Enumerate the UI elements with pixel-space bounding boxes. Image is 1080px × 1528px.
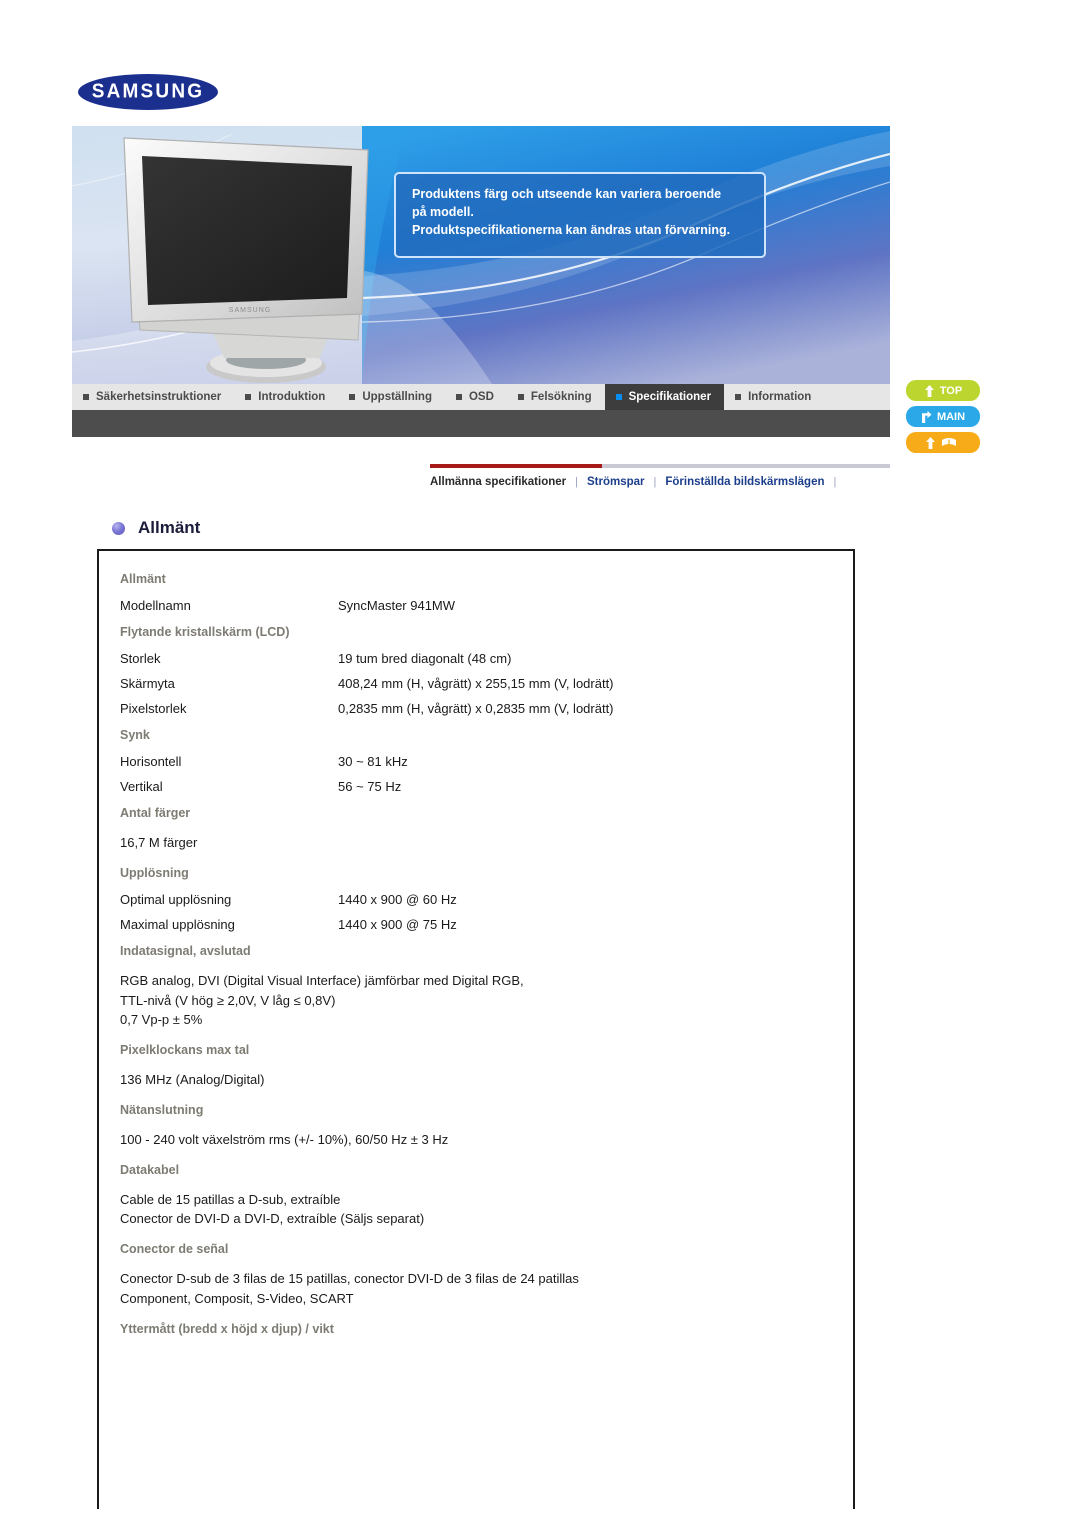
nav-item-information[interactable]: Information <box>724 384 824 410</box>
square-bullet-icon <box>245 394 252 400</box>
subnav-separator: | <box>575 476 578 488</box>
nav-item-introduktion[interactable]: Introduktion <box>234 384 338 410</box>
nav-item-label: Uppställning <box>362 391 432 403</box>
spec-value: 408,24 mm (H, vågrätt) x 255,15 mm (V, l… <box>338 676 614 691</box>
spec-value: 56 ~ 75 Hz <box>338 779 402 794</box>
table-row: Maximal upplösning 1440 x 900 @ 75 Hz <box>99 912 853 937</box>
spec-value: 30 ~ 81 kHz <box>338 754 408 769</box>
subnav-separator: | <box>653 476 657 488</box>
hero-banner: SAMSUNG Produktens färg och utseende kan… <box>72 126 890 384</box>
table-row: Pixelstorlek 0,2835 mm (H, vågrätt) x 0,… <box>99 696 853 721</box>
subnav-item-stromspar[interactable]: Strömspar <box>587 476 645 488</box>
nav-item-label: Säkerhetsinstruktioner <box>96 391 222 403</box>
nav-item-uppstallning[interactable]: Uppställning <box>338 384 445 410</box>
square-bullet-icon <box>735 394 742 400</box>
up-arrow-icon <box>924 384 934 397</box>
spec-group-heading: Indatasignal, avslutad <box>120 943 251 958</box>
spec-value: 19 tum bred diagonalt (48 cm) <box>338 651 512 666</box>
hero-disclaimer-note: Produktens färg och utseende kan variera… <box>394 172 766 258</box>
spec-group-heading: Nätanslutning <box>120 1102 204 1117</box>
subnav-active-accent <box>430 464 602 468</box>
hero-note-line-3: Produktspecifikationerna kan ändras utan… <box>412 223 731 238</box>
nav-item-osd[interactable]: OSD <box>445 384 507 410</box>
home-arrow-icon <box>921 410 932 423</box>
up-arrow-icon <box>925 436 935 449</box>
spec-value: 1440 x 900 @ 75 Hz <box>338 916 457 932</box>
spec-group-heading: Antal färger <box>120 806 191 820</box>
subnav-divider <box>430 464 890 468</box>
nav-item-felsokning[interactable]: Felsökning <box>507 384 605 410</box>
nav-item-label: Felsökning <box>530 391 592 403</box>
table-row: Storlek 19 tum bred diagonalt (48 cm) <box>99 646 853 671</box>
nav-underbar <box>72 410 890 437</box>
hero-note-line-2: på modell. <box>412 205 474 220</box>
square-bullet-icon <box>517 394 524 400</box>
nav-item-label: Introduktion <box>258 391 326 403</box>
spec-text: 16,7 M färger <box>120 835 198 850</box>
page-title: Allmänt <box>112 518 200 538</box>
main-navigation: Säkerhetsinstruktioner Introduktion Upps… <box>72 384 890 410</box>
spec-key: Storlek <box>120 651 161 666</box>
table-row: Horisontell 30 ~ 81 kHz <box>99 749 853 774</box>
logo-text: SAMSUNG <box>91 80 205 103</box>
spec-group-heading: Flytande kristallskärm (LCD) <box>120 625 290 639</box>
spec-text: 100 - 240 volt växelström rms (+/- 10%),… <box>120 1131 449 1147</box>
table-row: Vertikal 56 ~ 75 Hz <box>99 774 853 799</box>
subnav-item-forinstallda-bildskarmslagen[interactable]: Förinställda bildskärmslägen <box>665 476 824 488</box>
top-button[interactable]: TOP <box>906 380 980 401</box>
table-row: Modellnamn SyncMaster 941MW <box>99 593 853 618</box>
spec-text: RGB analog, DVI (Digital Visual Interfac… <box>120 972 524 1028</box>
spec-key: Optimal upplösning <box>120 891 232 907</box>
subnav-separator: | <box>833 476 837 488</box>
spec-value: 1440 x 900 @ 60 Hz <box>338 891 457 907</box>
spec-group-heading: Pixelklockans max tal <box>120 1043 250 1057</box>
spec-key: Skärmyta <box>120 676 175 691</box>
side-action-buttons: TOP MAIN <box>906 380 986 458</box>
manual-button[interactable] <box>906 432 980 453</box>
subnav-item-allmanna-specifikationer[interactable]: Allmänna specifikationer <box>430 476 566 488</box>
square-bullet-icon <box>349 394 356 400</box>
spec-key: Vertikal <box>120 779 163 794</box>
spec-text: Cable de 15 patillas a D-sub, extraíble … <box>120 1191 425 1227</box>
spec-group-heading: Allmänt <box>120 572 166 586</box>
spec-key: Maximal upplösning <box>120 916 235 932</box>
spec-key: Pixelstorlek <box>120 701 187 716</box>
nav-item-label: Specifikationer <box>628 391 712 403</box>
square-bullet-icon <box>455 394 462 400</box>
nav-item-label: Information <box>748 391 812 403</box>
spec-value: 0,2835 mm (H, vågrätt) x 0,2835 mm (V, l… <box>338 701 614 716</box>
spec-value: SyncMaster 941MW <box>338 598 456 613</box>
hero-note-line-1: Produktens färg och utseende kan variera… <box>412 187 722 201</box>
spec-group-heading: Synk <box>120 728 150 742</box>
table-row: Skärmyta 408,24 mm (H, vågrätt) x 255,15… <box>99 671 853 696</box>
up-arrow-book-icon <box>941 437 956 446</box>
logo-ellipse: SAMSUNG <box>78 74 218 110</box>
subnav-items: Allmänna specifikationer | Strömspar | F… <box>430 468 890 488</box>
top-button-label: TOP <box>939 384 963 397</box>
page-root: SAMSUNG SAMSUNG Produktens färg och utse… <box>0 0 1080 1528</box>
spec-key: Horisontell <box>120 754 182 769</box>
spec-key: Modellnamn <box>120 598 191 613</box>
svg-text:SAMSUNG: SAMSUNG <box>229 307 271 314</box>
page-title-label: Allmänt <box>138 518 201 537</box>
spec-text: 136 MHz (Analog/Digital) <box>120 1072 265 1087</box>
spec-group-heading: Conector de señal <box>120 1242 229 1256</box>
nav-item-specifikationer[interactable]: Specifikationer <box>604 384 725 410</box>
main-button-label: MAIN <box>936 410 966 423</box>
square-bullet-icon <box>615 394 622 400</box>
nav-item-sakerhetsinstruktioner[interactable]: Säkerhetsinstruktioner <box>72 384 234 410</box>
square-bullet-icon <box>83 394 89 400</box>
sub-navigation: Allmänna specifikationer | Strömspar | F… <box>430 464 890 488</box>
specification-table: Allmänt Modellnamn SyncMaster 941MW Flyt… <box>97 549 855 1509</box>
table-row: Optimal upplösning 1440 x 900 @ 60 Hz <box>99 887 853 912</box>
spec-group-heading: Upplösning <box>120 865 189 880</box>
spec-group-heading: Datakabel <box>120 1162 180 1177</box>
bullet-sphere-icon <box>112 521 125 535</box>
spec-group-heading: Yttermått (bredd x höjd x djup) / vikt <box>120 1321 334 1336</box>
samsung-logo: SAMSUNG <box>78 74 218 110</box>
nav-item-label: OSD <box>468 391 494 403</box>
main-button[interactable]: MAIN <box>906 406 980 427</box>
spec-text: Conector D-sub de 3 filas de 15 patillas… <box>120 1271 579 1306</box>
